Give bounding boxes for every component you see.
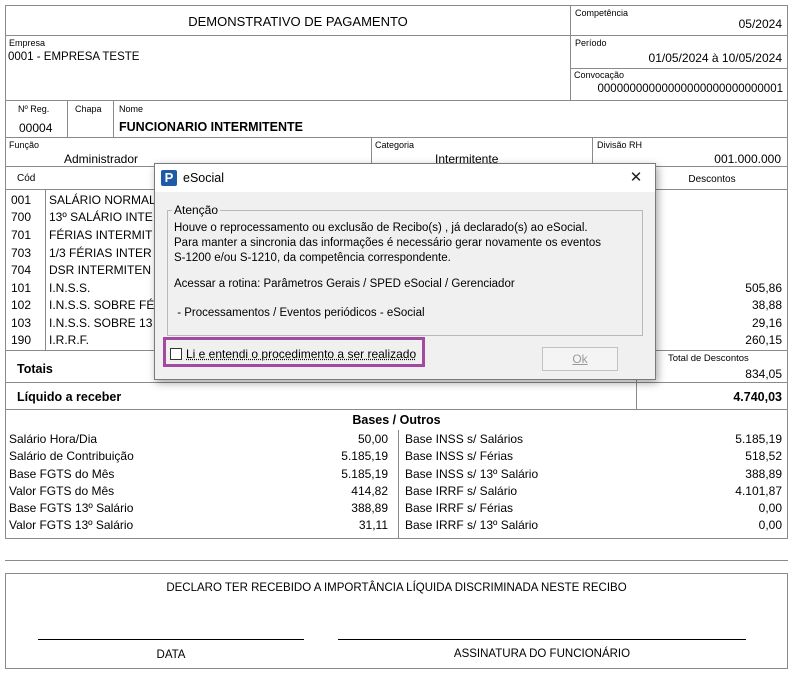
funcao-label: Função [9,140,40,150]
dialog-titlebar[interactable]: P eSocial ✕ [155,164,655,192]
periodo-label: Período [575,38,607,48]
empresa-label: Empresa [9,38,46,48]
total-descontos-label: Total de Descontos [668,353,749,364]
message-line: Houve o reprocessamento ou exclusão de R… [174,222,588,234]
close-icon[interactable]: ✕ [625,168,647,188]
group-title: Atenção [172,203,221,217]
nreg-label: Nº Reg. [18,104,50,114]
esocial-dialog: P eSocial ✕ Atenção Houve o reprocessame… [154,163,656,380]
assinatura-label: ASSINATURA DO FUNCIONÁRIO [453,648,631,660]
data-label: DATA [156,649,186,661]
chapa-label: Chapa [75,104,102,114]
empresa-value: 0001 - EMPRESA TESTE [8,51,140,63]
app-icon: P [161,170,177,186]
liquido-value: 4.740,03 [733,390,782,404]
page-title: DEMONSTRATIVO DE PAGAMENTO [188,14,408,29]
data-signature-line [38,639,304,640]
message-line: - Processamentos / Eventos periódicos - … [174,307,425,319]
acknowledge-checkbox[interactable] [170,348,182,360]
message-line: Para manter a sincronia das informações … [174,237,602,249]
periodo-value: 01/05/2024 à 10/05/2024 [648,51,782,65]
message-line: S-1200 e/ou S-1210, da competência corre… [174,252,451,264]
declaro-text: DECLARO TER RECEBIDO A IMPORTÂNCIA LÍQUI… [166,582,627,594]
descontos-header: Descontos [688,174,736,185]
nome-label: Nome [119,104,144,114]
liquido-label: Líquido a receber [17,390,122,404]
ok-button[interactable]: Ok [542,347,618,371]
acknowledge-checkbox-label[interactable]: Li e entendi o procedimento a ser realiz… [186,347,416,361]
message-line: Acessar a rotina: Parâmetros Gerais / SP… [174,278,515,290]
divisao-value: 001.000.000 [714,152,781,166]
assinatura-signature-line [338,639,746,640]
convocacao-label: Convocação [574,70,625,80]
competencia-value: 05/2024 [738,17,782,31]
funcao-value: Administrador [64,152,139,166]
categoria-label: Categoria [375,140,415,150]
bases-title: Bases / Outros [352,413,441,427]
nome-value: FUNCIONARIO INTERMITENTE [119,120,304,134]
cod-header: Cód [17,173,36,184]
totais-label: Totais [17,362,53,376]
divisao-label: Divisão RH [597,140,643,150]
dialog-title: eSocial [183,171,224,185]
nreg-value: 00004 [19,121,53,135]
empresa-box [5,35,571,101]
total-descontos-value: 834,05 [745,367,782,381]
convocacao-value: 00000000000000000000000000001 [597,83,783,95]
